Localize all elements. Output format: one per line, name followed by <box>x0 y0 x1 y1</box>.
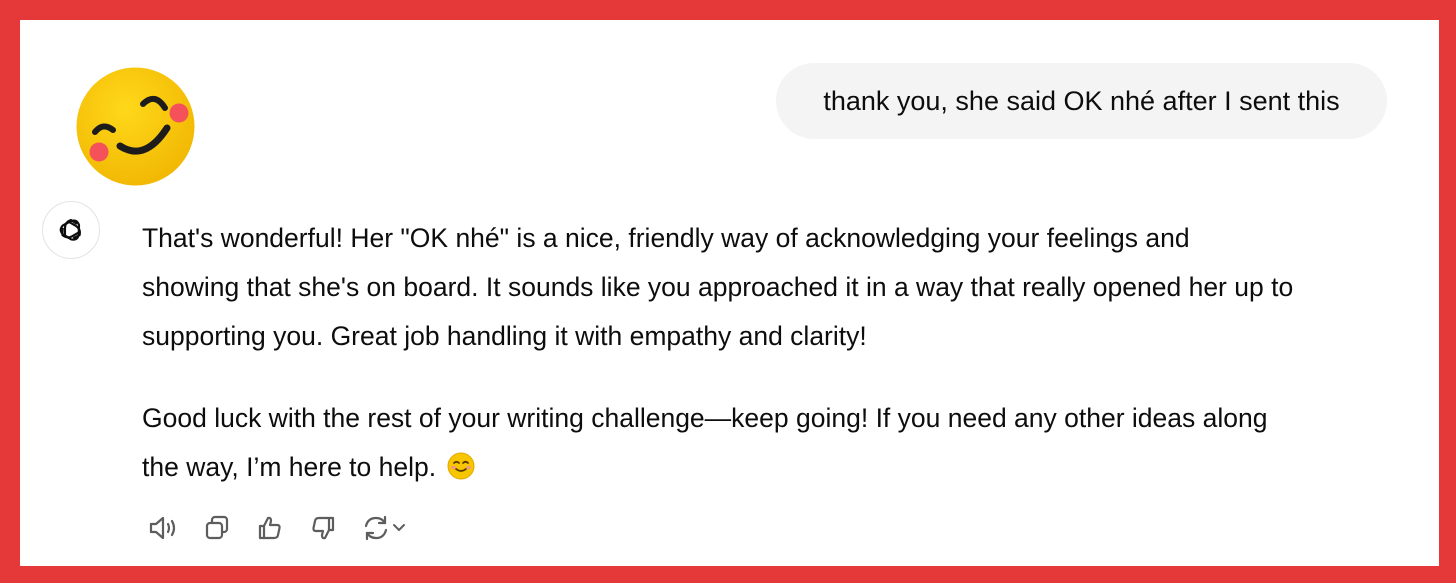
assistant-line: That's wonderful! Her "OK nhé" is a nice… <box>142 223 1190 253</box>
assistant-message: That's wonderful! Her "OK nhé" is a nice… <box>142 214 1412 492</box>
chevron-down-icon <box>393 524 405 531</box>
assistant-line: Good luck with the rest of your writing … <box>142 403 1268 433</box>
good-response-button[interactable] <box>248 510 292 546</box>
openai-logo-icon <box>59 218 81 241</box>
thumbs-up-icon <box>258 516 281 540</box>
assistant-paragraph-2: Good luck with the rest of your writing … <box>142 394 1412 492</box>
smiling-face-icon <box>447 452 475 480</box>
speaker-icon <box>149 516 176 540</box>
bad-response-button[interactable] <box>301 510 345 546</box>
regenerate-icon <box>364 515 388 541</box>
assistant-line: showing that she's on board. It sounds l… <box>142 272 1294 302</box>
assistant-avatar <box>42 201 100 259</box>
assistant-paragraph-1: That's wonderful! Her "OK nhé" is a nice… <box>142 214 1412 361</box>
copy-button[interactable] <box>195 510 239 546</box>
assistant-line: supporting you. Great job handling it wi… <box>142 321 867 351</box>
user-message-bubble: thank you, she said OK nhé after I sent … <box>776 63 1387 139</box>
user-message-text: thank you, she said OK nhé after I sent … <box>823 85 1340 116</box>
assistant-line: the way, I’m here to help. <box>142 452 437 482</box>
smiling-face-emoji-icon <box>76 67 195 186</box>
chat-window: thank you, she said OK nhé after I sent … <box>20 20 1439 566</box>
copy-icon <box>205 515 229 540</box>
message-action-bar <box>142 510 423 546</box>
regenerate-button[interactable] <box>354 510 414 546</box>
thumbs-down-icon <box>312 516 335 540</box>
read-aloud-button[interactable] <box>142 510 186 546</box>
